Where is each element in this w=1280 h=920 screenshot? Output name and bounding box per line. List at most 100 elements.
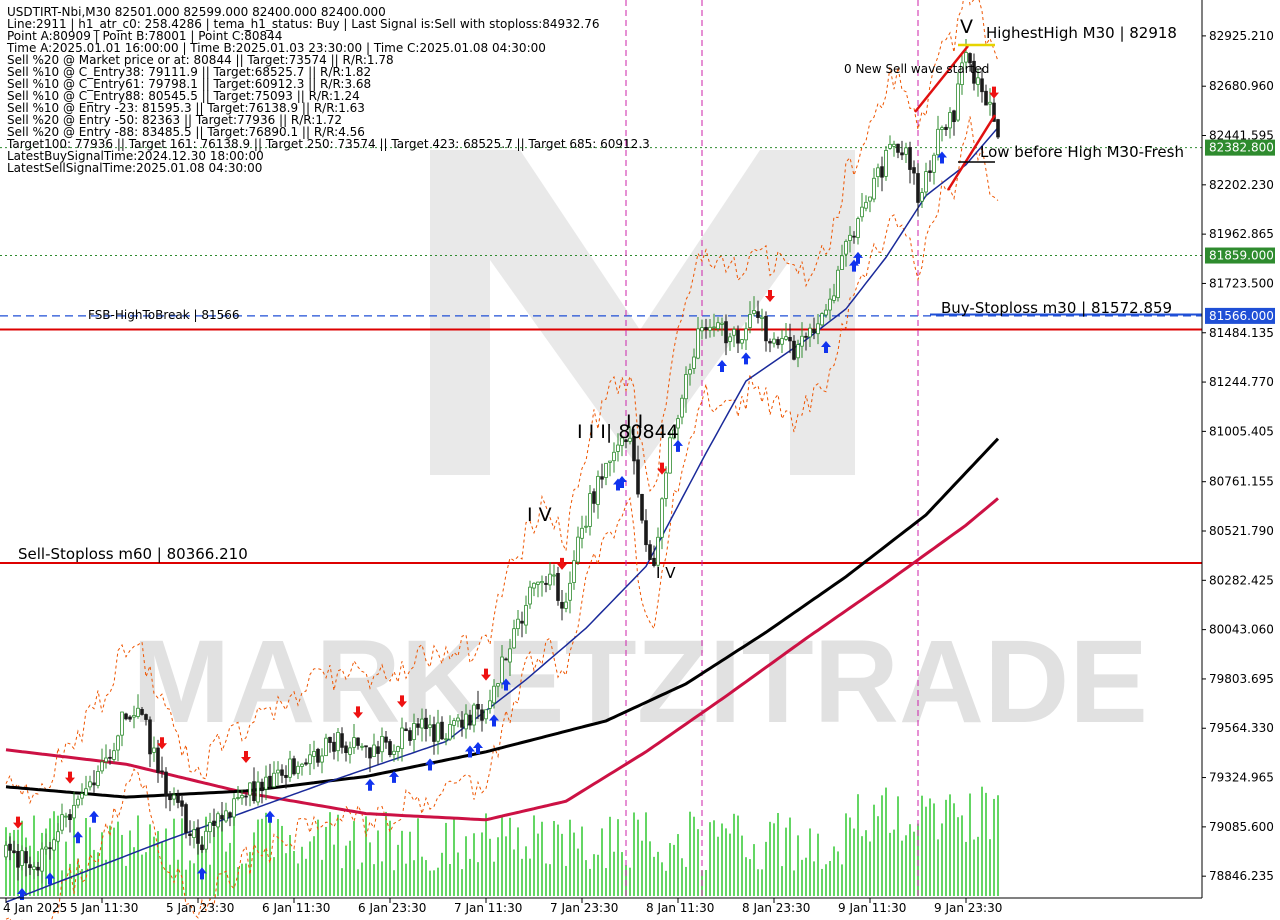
candle [452, 720, 456, 726]
candle [864, 201, 868, 209]
candle [560, 601, 564, 609]
price-tick-label: 81005.405 [1209, 424, 1274, 438]
candle [292, 758, 296, 775]
price-tick-label: 82680.960 [1209, 79, 1274, 93]
wave-iv-label: I V [527, 504, 552, 526]
candle [540, 581, 544, 584]
candle [112, 750, 116, 760]
candle [448, 724, 452, 740]
candle [372, 744, 376, 758]
candle [284, 774, 288, 778]
candle [512, 628, 516, 649]
candle [204, 830, 208, 850]
candle [296, 765, 300, 774]
price-tick-label: 80521.790 [1209, 524, 1274, 538]
time-tick-label: 9 Jan 23:30 [934, 901, 1002, 915]
candle [792, 340, 796, 360]
candle [400, 727, 404, 750]
candle [288, 758, 292, 778]
candle [36, 866, 40, 871]
candle [224, 810, 228, 822]
price-badge-label: 81859.000 [1209, 249, 1274, 263]
candle [336, 732, 340, 752]
candle [468, 714, 472, 726]
candle [976, 77, 980, 85]
candle [900, 152, 904, 156]
price-chart[interactable]: MARKETZITRADE V HighestHigh M30 | 82918 … [0, 0, 1280, 920]
candle [936, 128, 940, 156]
candle [920, 192, 924, 202]
candle [48, 847, 52, 850]
price-tick-label: 82202.230 [1209, 178, 1274, 192]
candle [200, 844, 204, 851]
candle [612, 451, 616, 462]
wave-iv-marker: I V [656, 564, 676, 582]
candle [872, 177, 876, 200]
candle [916, 173, 920, 203]
price-tick-label: 81962.865 [1209, 227, 1274, 241]
candle [788, 336, 792, 342]
price-tick-label: 79085.600 [1209, 820, 1274, 834]
candle [516, 618, 520, 630]
candle [744, 328, 748, 341]
candle [732, 328, 736, 336]
candle [132, 715, 136, 718]
low-before-high-label: Low before High M30-Fresh [980, 143, 1184, 161]
candle [476, 703, 480, 710]
candle [548, 573, 552, 586]
candle [404, 728, 408, 732]
candle [212, 820, 216, 826]
candle [496, 683, 500, 687]
candle [644, 520, 648, 546]
chart-area[interactable]: MARKETZITRADE V HighestHigh M30 | 82918 … [0, 0, 1280, 920]
candle [768, 341, 772, 344]
candle [376, 746, 380, 754]
candle [28, 864, 32, 869]
candle [244, 795, 248, 798]
candle [588, 493, 592, 527]
price-badge-label: 82382.800 [1209, 141, 1274, 155]
candle [528, 586, 532, 605]
price-tick-label: 82925.210 [1209, 29, 1274, 43]
candle [128, 716, 132, 720]
candle [320, 755, 324, 763]
candle [316, 748, 320, 763]
candle [68, 814, 72, 820]
candle [264, 776, 268, 790]
candle [988, 101, 992, 105]
candle [964, 52, 968, 63]
candle [116, 735, 120, 751]
candle [388, 741, 392, 756]
buy-stoploss-label: Buy-Stoploss m30 | 81572.859 [941, 299, 1172, 317]
candle [332, 741, 336, 752]
candle [312, 750, 316, 757]
candle [888, 143, 892, 149]
candle [884, 149, 888, 177]
candle [928, 170, 932, 173]
highest-high-label: HighestHigh M30 | 82918 [986, 24, 1177, 42]
candle [692, 356, 696, 369]
candle [668, 437, 672, 474]
candle [696, 328, 700, 359]
candle [412, 723, 416, 741]
candle [64, 815, 68, 818]
candle [248, 782, 252, 796]
price-tick-label: 81484.135 [1209, 326, 1274, 340]
candle [52, 839, 56, 851]
candle [532, 582, 536, 589]
candle [536, 581, 540, 585]
candle [708, 326, 712, 331]
candle [716, 322, 720, 330]
candle [420, 718, 424, 729]
candle [660, 498, 664, 538]
candle [428, 724, 432, 728]
candle [184, 804, 188, 834]
candle [456, 717, 460, 722]
candle [56, 831, 60, 842]
candle [216, 813, 220, 828]
price-tick-label: 79324.965 [1209, 771, 1274, 785]
candle [260, 781, 264, 792]
candle [176, 795, 180, 803]
candle [344, 745, 348, 754]
candle [684, 374, 688, 400]
